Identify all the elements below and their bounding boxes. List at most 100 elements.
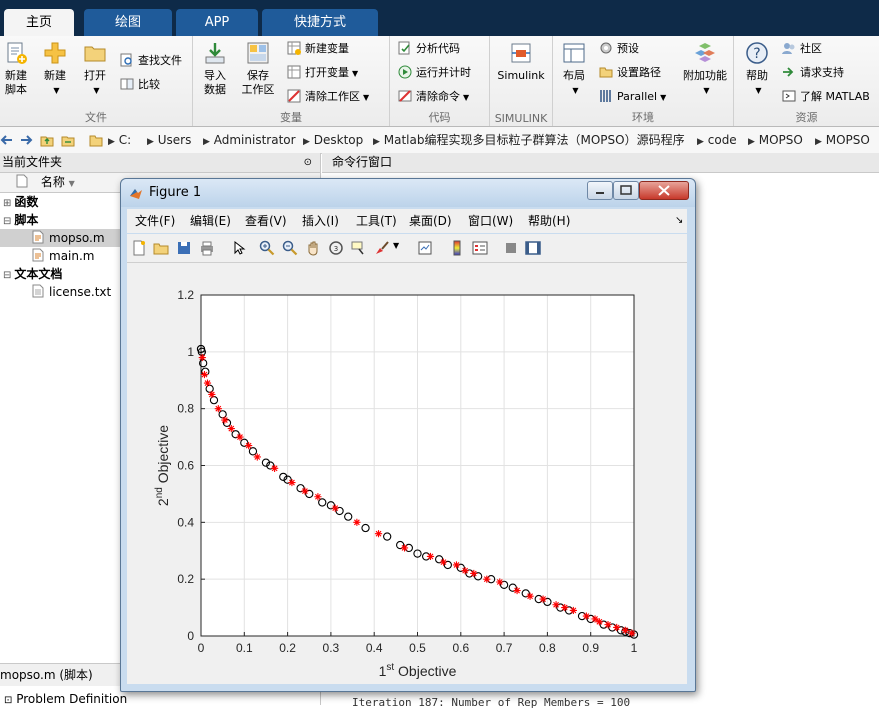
group-variable: 导入 数据 保存 工作区 新建变量 打开变量 ▼ 清除工作区 ▼ 变量 [193,36,390,126]
expand-icon[interactable]: ⊞ [0,198,14,209]
data-point-star [208,390,216,399]
save-icon[interactable] [176,240,192,256]
breadcrumb-item[interactable]: Administrator [214,133,296,147]
file-detail-item[interactable]: ⊡ Problem Definition [4,691,127,709]
brush-dropdown-icon[interactable]: ▼ [393,241,399,250]
group-file: 新建 脚本 新建 ▼ 打开 ▼ 查找文件 比较 文件 [0,36,193,126]
set-path-button[interactable]: 设置路径 [599,63,661,83]
breadcrumb-item[interactable]: Matlab编程实现多目标粒子群算法（MOPSO）源码程序 [384,133,685,147]
open-file-icon[interactable] [153,240,169,256]
chevron-down-icon: ▼ [703,86,710,95]
add-ons-button[interactable]: 附加功能 ▼ [681,41,729,98]
pointer-icon[interactable] [231,240,247,256]
save-workspace-button[interactable]: 保存 工作区 [239,41,277,97]
browse-folder-icon[interactable] [61,133,75,147]
menu-view[interactable]: 查看(V) [245,209,287,233]
chevron-down-icon: ▼ [660,93,667,102]
simulink-button[interactable]: Simulink [496,41,546,83]
menu-insert[interactable]: 插入(I) [302,209,339,233]
parallel-button[interactable]: Parallel ▼ [599,87,666,107]
folder-icon [84,46,106,62]
data-cursor-icon[interactable] [351,240,367,256]
analyze-code-button[interactable]: 分析代码 [398,39,460,59]
forward-arrow-icon[interactable] [19,133,33,147]
column-name-header[interactable]: 名称 [41,175,65,189]
tab-plots[interactable]: 绘图 [84,9,172,36]
clear-workspace-icon [287,89,301,103]
y-axis-label: 2nd Objective [154,425,171,506]
breadcrumb-item[interactable]: Desktop [314,133,364,147]
breadcrumb-item[interactable]: Users [158,133,192,147]
up-folder-icon[interactable] [40,133,54,147]
panel-menu-icon[interactable]: ⊙ [304,153,312,172]
tab-apps[interactable]: APP [176,9,258,36]
data-point-star [374,530,383,538]
import-data-button[interactable]: 导入 数据 [199,41,231,97]
minimize-button[interactable] [587,181,613,200]
tab-home[interactable]: 主页 [4,9,74,36]
menu-tools[interactable]: 工具(T) [356,209,397,233]
new-variable-icon [287,41,301,55]
link-plot-icon[interactable] [417,240,433,256]
open-button[interactable]: 打开 ▼ [80,41,110,98]
print-icon[interactable] [199,240,215,256]
brush-icon[interactable] [374,240,390,256]
x-tick-label: 0.3 [323,641,340,655]
zoom-out-icon[interactable] [282,240,298,256]
new-button[interactable]: 新建 ▼ [40,41,70,98]
legend-icon[interactable] [472,240,488,256]
run-and-time-label: 运行并计时 [416,66,471,79]
pan-icon[interactable] [305,240,321,256]
run-and-time-button[interactable]: 运行并计时 [398,63,471,83]
community-button[interactable]: 社区 [782,39,822,59]
data-point-star [301,487,309,495]
data-point-star [400,544,409,552]
learn-matlab-button[interactable]: 了解 MATLAB [782,87,870,107]
request-support-button[interactable]: 请求支持 [782,63,844,83]
close-button[interactable] [639,181,689,200]
file-icon [16,174,28,188]
x-tick-label: 0 [198,641,205,655]
menu-window[interactable]: 窗口(W) [468,209,513,233]
breadcrumb-item[interactable]: C: [119,133,131,147]
breadcrumb-item[interactable]: MOPSO [759,133,803,147]
show-plot-tools-icon[interactable] [525,240,541,256]
back-arrow-icon[interactable] [0,133,14,147]
breadcrumb-item[interactable]: MOPSO [826,133,870,147]
dock-arrow-icon[interactable]: ↘ [675,209,683,233]
minimize-icon [596,192,604,194]
save-workspace-label: 保存 工作区 [241,69,275,96]
layout-button[interactable]: 布局 ▼ [559,41,589,98]
rotate-3d-icon[interactable]: 3 [328,240,344,256]
figure-titlebar[interactable]: Figure 1 [121,179,695,207]
maximize-button[interactable] [613,181,639,200]
find-files-button[interactable]: 查找文件 [120,51,182,71]
breadcrumb-item[interactable]: code [708,133,737,147]
menu-help[interactable]: 帮助(H) [528,209,570,233]
new-figure-icon[interactable] [131,240,147,256]
new-variable-button[interactable]: 新建变量 [287,39,349,59]
compare-button[interactable]: 比较 [120,75,160,95]
help-button[interactable]: ? 帮助 ▼ [742,41,772,98]
preferences-button[interactable]: 预设 [599,39,639,59]
compare-label: 比较 [138,78,160,91]
find-files-label: 查找文件 [138,54,182,67]
folder-icon [599,67,613,78]
hide-plot-tools-icon[interactable] [503,240,519,256]
menu-edit[interactable]: 编辑(E) [190,209,231,233]
colorbar-icon[interactable] [449,240,465,256]
tab-shortcuts[interactable]: 快捷方式 [262,9,378,36]
menu-file[interactable]: 文件(F) [135,209,175,233]
clear-workspace-button[interactable]: 清除工作区 ▼ [287,87,369,107]
data-point-star [483,575,491,583]
menu-desktop[interactable]: 桌面(D) [409,209,452,233]
open-variable-button[interactable]: 打开变量 ▼ [287,63,358,83]
new-script-button[interactable]: 新建 脚本 [2,41,30,97]
collapse-icon[interactable]: ⊟ [0,216,14,227]
clear-commands-button[interactable]: 清除命令 ▼ [398,87,469,107]
group-environment-label: 环境 [632,111,654,124]
figure-window: Figure 1 文件(F) 编辑(E) 查看(V) 插入(I) 工具(T) 桌… [120,178,696,692]
scatter-chart[interactable]: 0 0.1 0.2 0.3 0.4 0.5 0.6 0.7 0.8 0.9 1 0 0.2 0.4 0.6 0… [127,263,687,684]
collapse-icon[interactable]: ⊟ [0,270,14,281]
zoom-in-icon[interactable] [259,240,275,256]
